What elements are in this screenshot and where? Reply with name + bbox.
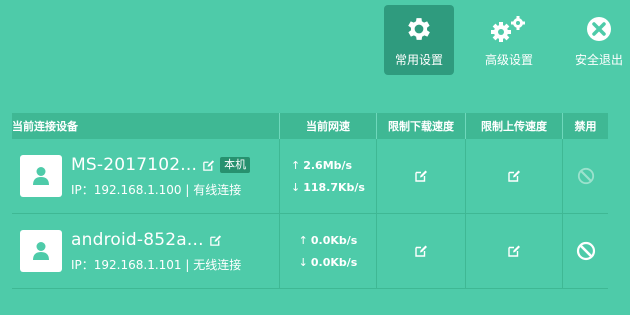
download-speed: 118.7Kb/s xyxy=(303,180,365,194)
device-cell: android-852a... IP：192.168.1.101 | 无线连接 xyxy=(12,214,280,288)
edit-icon[interactable] xyxy=(507,244,521,258)
download-limit-cell xyxy=(377,139,466,213)
device-cell: MS-2017102... 本机 IP：192.168.1.100 | 有线连接 xyxy=(12,139,280,213)
header-disable: 禁用 xyxy=(574,120,597,133)
common-settings-button[interactable]: 常用设置 xyxy=(384,5,454,75)
advanced-settings-label: 高级设置 xyxy=(484,53,533,67)
device-info: android-852a... IP：192.168.1.101 | 无线连接 xyxy=(71,229,241,273)
header-download-limit: 限制下载速度 xyxy=(377,113,466,139)
table-header: 当前连接设备 当前网速 限制下载速度 限制上传速度 禁用 xyxy=(12,113,608,139)
avatar xyxy=(20,155,62,197)
speed-cell: ↑ 0.0Kb/s ↓ 0.0Kb/s xyxy=(280,214,377,288)
gears-icon xyxy=(489,13,529,45)
speed-cell: ↑ 2.6Mb/s ↓ 118.7Kb/s xyxy=(280,139,377,213)
ban-icon xyxy=(577,167,595,185)
ban-icon[interactable] xyxy=(576,241,596,261)
top-toolbar: 常用设置 高级设置 安全退出 xyxy=(0,0,630,80)
common-settings-label: 常用设置 xyxy=(394,53,443,67)
upload-arrow-icon: ↑ xyxy=(291,158,301,172)
advanced-settings-button[interactable]: 高级设置 xyxy=(474,5,544,75)
upload-arrow-icon: ↑ xyxy=(298,233,308,247)
table-row: MS-2017102... 本机 IP：192.168.1.100 | 有线连接… xyxy=(12,139,608,214)
close-circle-icon xyxy=(585,13,613,45)
edit-icon[interactable] xyxy=(414,244,428,258)
logout-button[interactable]: 安全退出 xyxy=(564,5,630,75)
local-device-badge: 本机 xyxy=(220,157,251,173)
avatar xyxy=(20,230,62,272)
header-current-speed: 当前网速 xyxy=(280,113,377,139)
download-arrow-icon: ↓ xyxy=(291,180,301,194)
table-row: android-852a... IP：192.168.1.101 | 无线连接 … xyxy=(12,214,608,289)
device-ip: IP：192.168.1.101 | 无线连接 xyxy=(71,258,242,272)
logout-label: 安全退出 xyxy=(574,53,623,67)
disable-cell xyxy=(563,139,608,213)
device-ip: IP：192.168.1.100 | 有线连接 xyxy=(71,183,242,197)
upload-limit-cell xyxy=(466,214,563,288)
device-name: android-852a... xyxy=(71,230,204,250)
user-icon xyxy=(33,167,49,185)
upload-speed: 2.6Mb/s xyxy=(303,158,353,172)
user-icon xyxy=(33,242,49,260)
gear-icon xyxy=(404,13,434,45)
header-upload-limit: 限制上传速度 xyxy=(466,113,563,139)
device-table: 当前连接设备 当前网速 限制下载速度 限制上传速度 禁用 MS-2017102.… xyxy=(12,113,608,289)
device-name: MS-2017102... xyxy=(71,155,198,175)
edit-icon[interactable] xyxy=(507,169,521,183)
upload-limit-cell xyxy=(466,139,563,213)
edit-icon[interactable] xyxy=(202,159,215,172)
edit-icon[interactable] xyxy=(209,234,222,247)
header-connected-devices: 当前连接设备 xyxy=(12,113,280,139)
disable-cell xyxy=(563,214,608,288)
download-speed: 0.0Kb/s xyxy=(310,255,358,269)
upload-speed: 0.0Kb/s xyxy=(310,233,358,247)
download-arrow-icon: ↓ xyxy=(298,255,308,269)
device-info: MS-2017102... 本机 IP：192.168.1.100 | 有线连接 xyxy=(71,154,251,198)
edit-icon[interactable] xyxy=(414,169,428,183)
download-limit-cell xyxy=(377,214,466,288)
